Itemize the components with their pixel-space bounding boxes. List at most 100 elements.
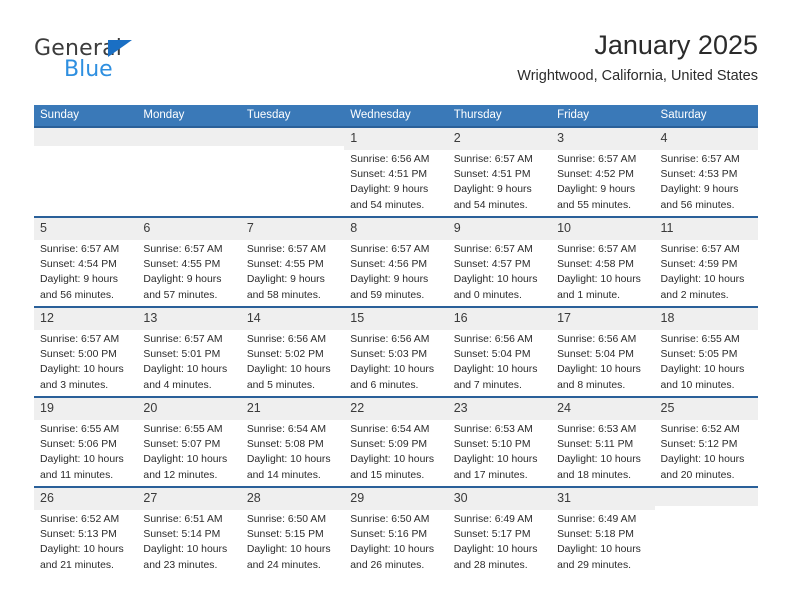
calendar-day-cell[interactable]: 15 Sunrise: 6:56 AM Sunset: 5:03 PM Dayligh…	[344, 306, 448, 397]
calendar-day-cell[interactable]: 10 Sunrise: 6:57 AM Sunset: 4:58 PM Dayligh…	[551, 216, 655, 307]
day-daylight2-text: and 21 minutes.	[40, 559, 114, 571]
day-sunrise-text: Sunrise: 6:57 AM	[660, 153, 740, 165]
calendar-day-cell[interactable]: 25 Sunrise: 6:52 AM Sunset: 5:12 PM Dayligh…	[654, 396, 758, 487]
calendar-day-cell[interactable]: 27 Sunrise: 6:51 AM Sunset: 5:14 PM Dayligh…	[137, 486, 241, 577]
day-daylight1-text: Daylight: 10 hours	[453, 544, 538, 556]
weekday-header-thursday: Thursday	[447, 105, 552, 127]
title-block: January 2025 Wrightwood, California, Uni…	[517, 30, 758, 85]
calendar-day-cell[interactable]: 17 Sunrise: 6:56 AM Sunset: 5:04 PM Dayligh…	[551, 306, 655, 397]
day-daylight1-text: Daylight: 10 hours	[246, 544, 331, 556]
day-daylight1-text: Daylight: 10 hours	[143, 454, 228, 466]
day-details: Sunrise: 6:57 AM Sunset: 5:00 PM Daylight:…	[34, 330, 137, 393]
day-sunrise-text: Sunrise: 6:54 AM	[246, 423, 326, 435]
calendar-day-cell[interactable]: 30 Sunrise: 6:49 AM Sunset: 5:17 PM Dayligh…	[447, 486, 552, 577]
day-number: 12	[34, 308, 138, 330]
calendar-day-cell[interactable]: 3 Sunrise: 6:57 AM Sunset: 4:52 PM Daylight…	[551, 126, 655, 217]
calendar-day-cell[interactable]: 7 Sunrise: 6:57 AM Sunset: 4:55 PM Daylight…	[240, 216, 345, 307]
day-sunset-text: Sunset: 5:05 PM	[660, 348, 738, 360]
day-number: 15	[344, 308, 448, 330]
calendar-day-cell[interactable]: 11 Sunrise: 6:57 AM Sunset: 4:59 PM Dayligh…	[654, 216, 758, 307]
day-details: Sunrise: 6:57 AM Sunset: 4:57 PM Daylight:…	[448, 240, 551, 303]
calendar-day-cell[interactable]: 9 Sunrise: 6:57 AM Sunset: 4:57 PM Daylight…	[447, 216, 552, 307]
calendar-day-cell[interactable]: 22 Sunrise: 6:54 AM Sunset: 5:09 PM Dayligh…	[344, 396, 448, 487]
calendar-day-cell[interactable]: 29 Sunrise: 6:50 AM Sunset: 5:16 PM Dayligh…	[344, 486, 448, 577]
calendar-day-cell-empty	[240, 126, 345, 217]
calendar-day-cell[interactable]: 13 Sunrise: 6:57 AM Sunset: 5:01 PM Dayligh…	[137, 306, 241, 397]
day-daylight2-text: and 3 minutes.	[40, 379, 109, 391]
page-title: January 2025	[594, 30, 758, 60]
day-sunrise-text: Sunrise: 6:54 AM	[350, 423, 430, 435]
calendar-day-cell[interactable]: 5 Sunrise: 6:57 AM Sunset: 4:54 PM Daylight…	[34, 216, 138, 307]
day-sunset-text: Sunset: 4:55 PM	[246, 258, 324, 270]
day-number: 10	[551, 218, 655, 240]
day-number: 7	[240, 218, 345, 240]
calendar-day-cell[interactable]: 8 Sunrise: 6:57 AM Sunset: 4:56 PM Daylight…	[344, 216, 448, 307]
day-sunrise-text: Sunrise: 6:51 AM	[143, 513, 223, 525]
generalblue-logo[interactable]: General Blue	[34, 38, 264, 94]
calendar-day-cell[interactable]: 26 Sunrise: 6:52 AM Sunset: 5:13 PM Dayligh…	[34, 486, 138, 577]
day-sunset-text: Sunset: 5:16 PM	[350, 528, 428, 540]
calendar-day-cell[interactable]: 14 Sunrise: 6:56 AM Sunset: 5:02 PM Dayligh…	[240, 306, 345, 397]
day-sunset-text: Sunset: 4:56 PM	[350, 258, 428, 270]
calendar-day-cell[interactable]: 31 Sunrise: 6:49 AM Sunset: 5:18 PM Dayligh…	[551, 486, 655, 577]
day-details: Sunrise: 6:55 AM Sunset: 5:06 PM Daylight:…	[34, 420, 137, 483]
calendar-day-cell[interactable]: 18 Sunrise: 6:55 AM Sunset: 5:05 PM Dayligh…	[654, 306, 758, 397]
day-number: 30	[447, 488, 552, 510]
day-details: Sunrise: 6:57 AM Sunset: 4:54 PM Daylight:…	[34, 240, 137, 303]
day-daylight1-text: Daylight: 10 hours	[660, 274, 745, 286]
day-number	[137, 128, 241, 146]
page-header: General Blue January 2025 Wrightwood, Ca…	[34, 30, 758, 98]
day-daylight2-text: and 6 minutes.	[350, 379, 419, 391]
day-details: Sunrise: 6:56 AM Sunset: 5:04 PM Daylight:…	[551, 330, 654, 393]
day-sunrise-text: Sunrise: 6:57 AM	[40, 243, 120, 255]
day-sunset-text: Sunset: 4:57 PM	[453, 258, 531, 270]
day-number: 6	[137, 218, 241, 240]
calendar-day-cell[interactable]: 28 Sunrise: 6:50 AM Sunset: 5:15 PM Dayligh…	[240, 486, 345, 577]
calendar-day-cell[interactable]: 20 Sunrise: 6:55 AM Sunset: 5:07 PM Dayligh…	[137, 396, 241, 487]
day-daylight1-text: Daylight: 9 hours	[453, 184, 532, 196]
day-details: Sunrise: 6:53 AM Sunset: 5:10 PM Daylight:…	[448, 420, 551, 483]
day-details: Sunrise: 6:54 AM Sunset: 5:08 PM Daylight:…	[241, 420, 344, 483]
calendar-day-cell[interactable]: 1 Sunrise: 6:56 AM Sunset: 4:51 PM Daylight…	[344, 126, 448, 217]
day-sunrise-text: Sunrise: 6:52 AM	[660, 423, 740, 435]
day-daylight2-text: and 7 minutes.	[453, 379, 522, 391]
day-sunset-text: Sunset: 5:12 PM	[660, 438, 738, 450]
calendar-day-cell[interactable]: 16 Sunrise: 6:56 AM Sunset: 5:04 PM Dayligh…	[447, 306, 552, 397]
day-sunset-text: Sunset: 4:58 PM	[557, 258, 634, 270]
day-details: Sunrise: 6:56 AM Sunset: 5:03 PM Daylight:…	[344, 330, 447, 393]
day-daylight2-text: and 0 minutes.	[453, 289, 522, 301]
calendar-week-row: 19 Sunrise: 6:55 AM Sunset: 5:06 PM Dayligh…	[34, 396, 758, 487]
calendar-day-cell[interactable]: 2 Sunrise: 6:57 AM Sunset: 4:51 PM Daylight…	[447, 126, 552, 217]
day-daylight2-text: and 57 minutes.	[143, 289, 218, 301]
calendar-day-cell[interactable]: 23 Sunrise: 6:53 AM Sunset: 5:10 PM Dayligh…	[447, 396, 552, 487]
day-sunset-text: Sunset: 5:03 PM	[350, 348, 428, 360]
day-details: Sunrise: 6:52 AM Sunset: 5:12 PM Daylight:…	[655, 420, 758, 483]
day-details: Sunrise: 6:57 AM Sunset: 4:59 PM Daylight:…	[655, 240, 758, 303]
calendar-day-cell[interactable]: 21 Sunrise: 6:54 AM Sunset: 5:08 PM Dayligh…	[240, 396, 345, 487]
day-daylight1-text: Daylight: 9 hours	[350, 274, 429, 286]
day-details: Sunrise: 6:50 AM Sunset: 5:16 PM Daylight:…	[344, 510, 447, 573]
day-details: Sunrise: 6:57 AM Sunset: 4:55 PM Daylight:…	[137, 240, 240, 303]
day-daylight1-text: Daylight: 10 hours	[246, 454, 331, 466]
calendar-day-cell[interactable]: 19 Sunrise: 6:55 AM Sunset: 5:06 PM Dayligh…	[34, 396, 138, 487]
day-details: Sunrise: 6:50 AM Sunset: 5:15 PM Daylight:…	[241, 510, 344, 573]
day-number: 4	[654, 128, 758, 150]
day-sunrise-text: Sunrise: 6:56 AM	[453, 333, 533, 345]
day-sunrise-text: Sunrise: 6:56 AM	[557, 333, 637, 345]
day-sunset-text: Sunset: 4:59 PM	[660, 258, 738, 270]
day-number: 23	[447, 398, 552, 420]
calendar-day-cell[interactable]: 12 Sunrise: 6:57 AM Sunset: 5:00 PM Dayligh…	[34, 306, 138, 397]
weekday-header-monday: Monday	[137, 105, 241, 127]
calendar-day-cell[interactable]: 24 Sunrise: 6:53 AM Sunset: 5:11 PM Dayligh…	[551, 396, 655, 487]
calendar-week-row: 12 Sunrise: 6:57 AM Sunset: 5:00 PM Dayligh…	[34, 306, 758, 397]
day-details: Sunrise: 6:56 AM Sunset: 4:51 PM Daylight:…	[344, 150, 447, 213]
day-daylight2-text: and 26 minutes.	[350, 559, 425, 571]
day-number: 24	[551, 398, 655, 420]
weekday-headers: Sunday Monday Tuesday Wednesday Thursday Frid…	[34, 105, 758, 127]
day-daylight2-text: and 55 minutes.	[557, 199, 632, 211]
logo-triangle-icon	[108, 40, 132, 57]
day-sunset-text: Sunset: 4:52 PM	[557, 168, 634, 180]
day-daylight2-text: and 58 minutes.	[246, 289, 321, 301]
calendar-day-cell[interactable]: 4 Sunrise: 6:57 AM Sunset: 4:53 PM Daylight…	[654, 126, 758, 217]
calendar-day-cell[interactable]: 6 Sunrise: 6:57 AM Sunset: 4:55 PM Daylight…	[137, 216, 241, 307]
